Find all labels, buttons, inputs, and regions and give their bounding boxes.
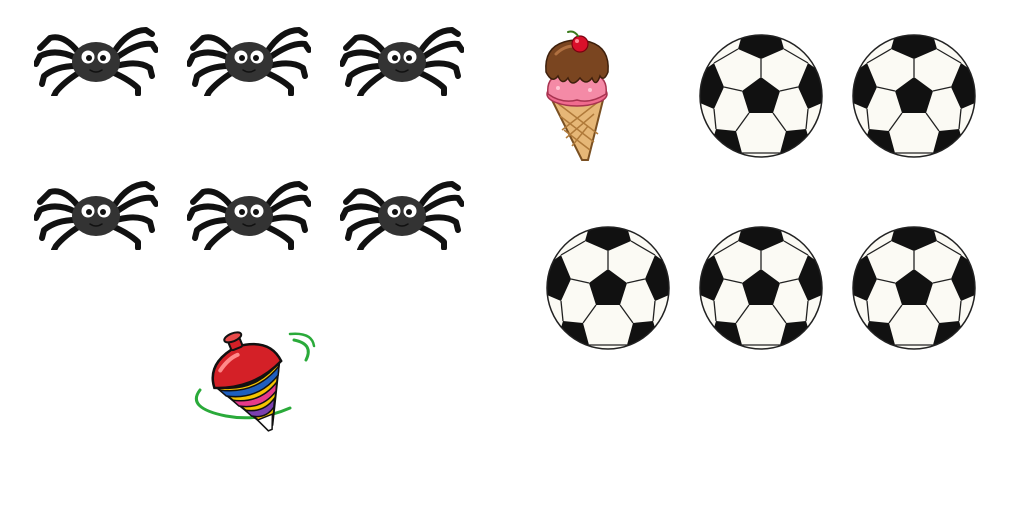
- soccer-ball-icon: [545, 225, 671, 351]
- spider-icon: [34, 180, 158, 250]
- spider-icon: [340, 180, 464, 250]
- soccer-ball-icon: [698, 33, 824, 159]
- spider-icon: [187, 180, 311, 250]
- soccer-ball-icon: [698, 225, 824, 351]
- spinning-top-icon: [186, 330, 316, 434]
- ice-cream-icon: [542, 30, 612, 162]
- spider-icon: [187, 26, 311, 96]
- left-group: [0, 0, 512, 512]
- spider-icon: [34, 26, 158, 96]
- soccer-ball-icon: [851, 33, 977, 159]
- right-group: [512, 0, 1024, 512]
- spider-icon: [340, 26, 464, 96]
- soccer-ball-icon: [851, 225, 977, 351]
